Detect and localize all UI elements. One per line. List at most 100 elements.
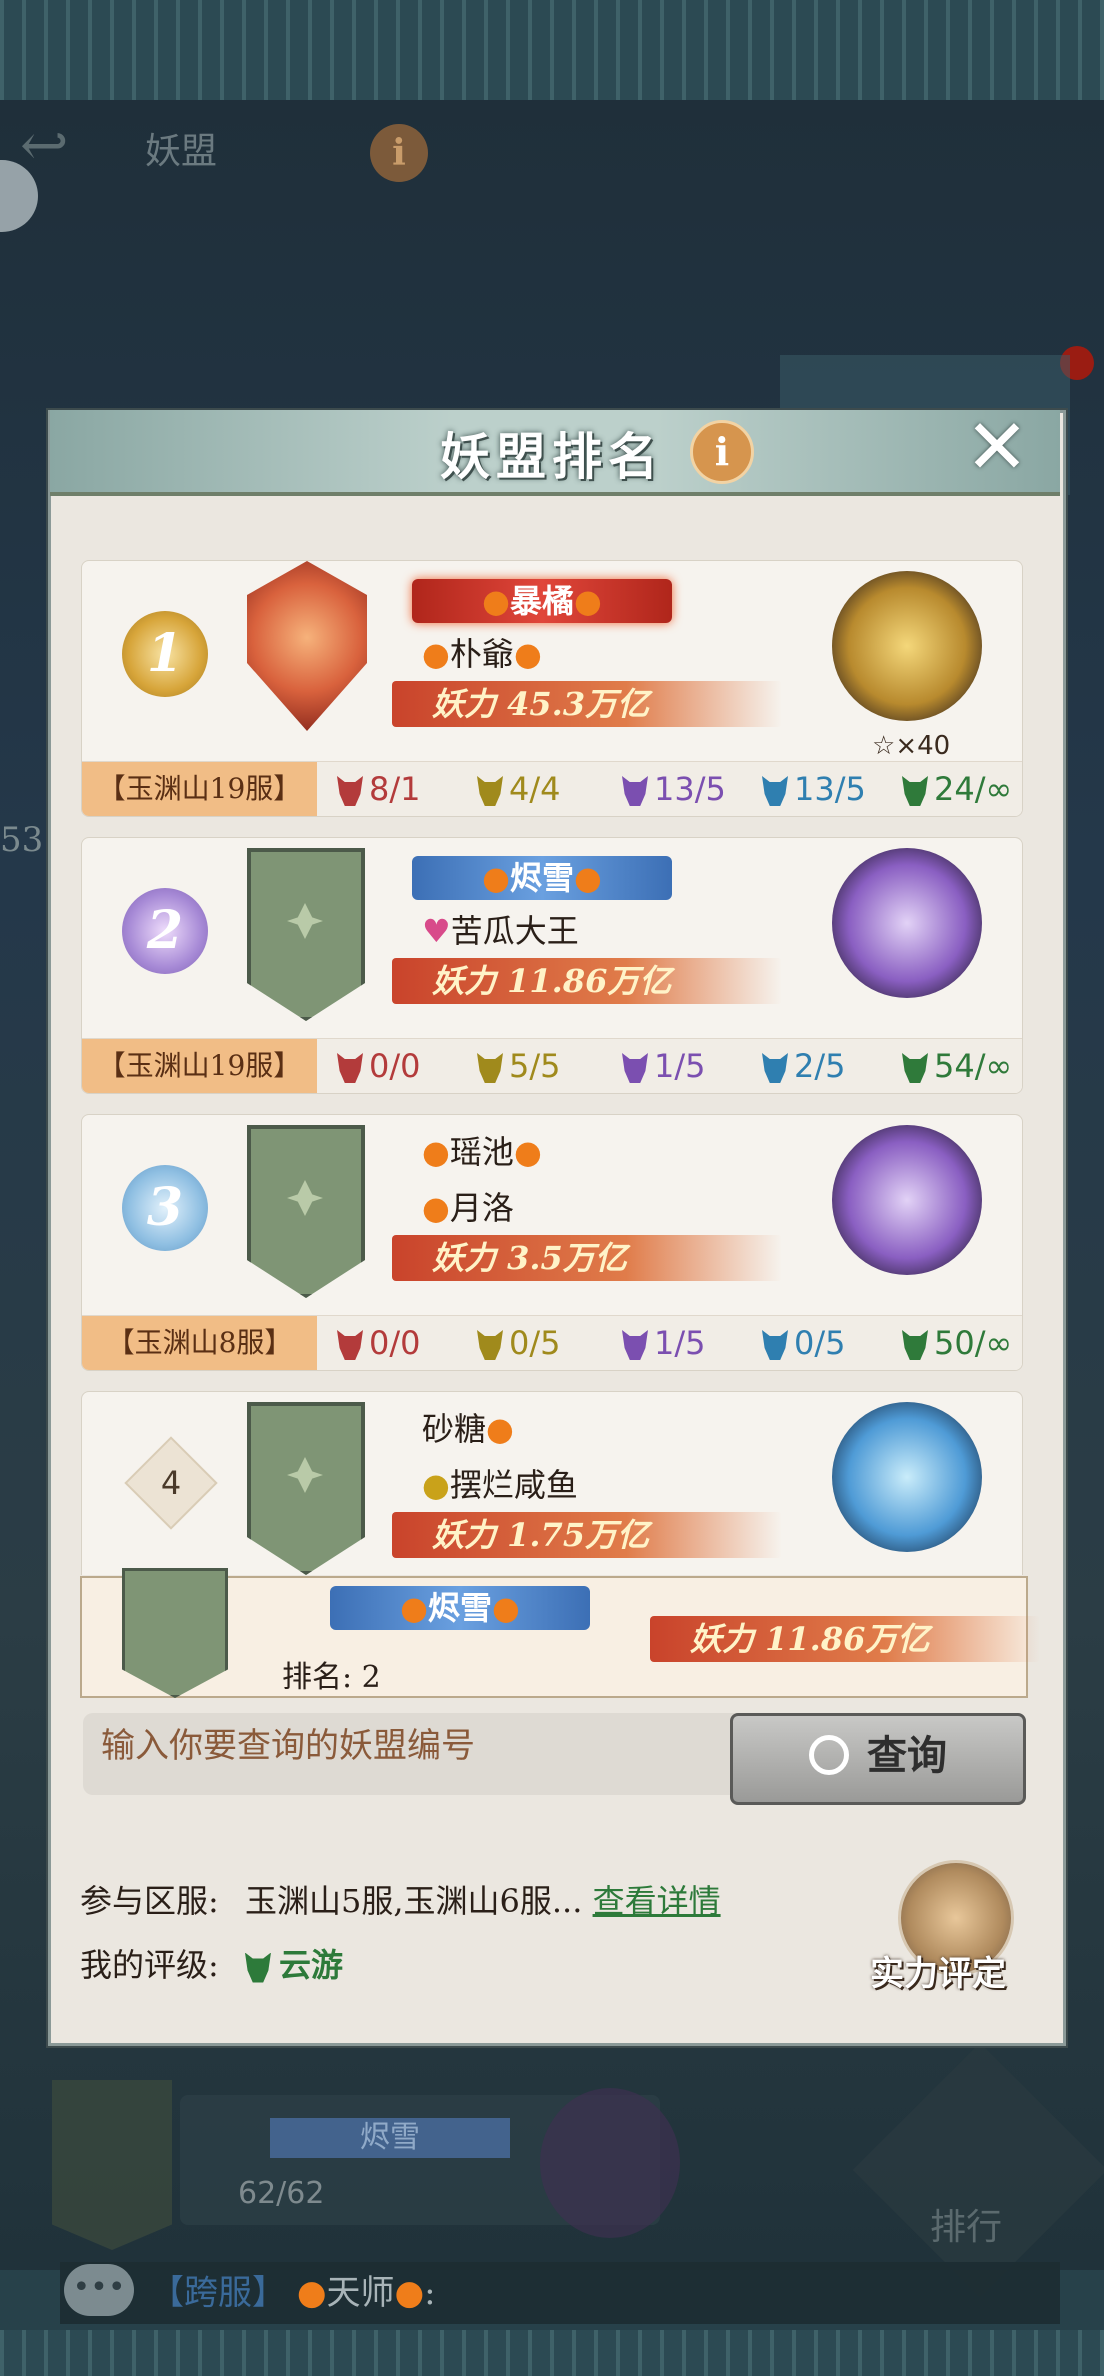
demon-yellow-icon (477, 776, 503, 806)
ranking-card-1[interactable]: 1 ●暴橘● ●朴爺● 妖力 45.3万亿 ☆×40 【玉渊山19服】 8/1 … (81, 560, 1023, 817)
stat-value: 0/5 (794, 1324, 846, 1362)
ranking-card-3[interactable]: 3 ●瑶池● ●月洛 妖力 3.5万亿 【玉渊山8服】 0/0 0/5 1/5 … (81, 1114, 1023, 1371)
modal-title: 妖盟排名 (440, 427, 664, 486)
strength-eval-label[interactable]: 实力评定 (870, 1946, 1006, 1995)
chat-preview: 【跨服】 ●天师●: (150, 2265, 436, 2314)
search-button[interactable]: 查询 (730, 1713, 1026, 1805)
demon-yellow-icon (477, 1053, 503, 1083)
my-alliance-power: 妖力 11.86万亿 (650, 1616, 1040, 1662)
rank-badge: 2 (122, 888, 208, 974)
power-value: 妖力 11.86万亿 (392, 958, 782, 1004)
servers-value: 玉渊山5服,玉渊山6服... (244, 1882, 583, 1920)
my-alliance-name: ●烬雪● (330, 1586, 590, 1630)
demon-purple-icon (622, 1330, 648, 1360)
star-count: ☆×40 (872, 731, 950, 761)
demon-purple-icon (622, 1053, 648, 1083)
member-count: 62/62 (238, 2176, 325, 2211)
my-alliance-rank: 排名: 2 (282, 1660, 381, 1695)
stat-row: 【玉渊山19服】 8/1 4/4 13/5 13/5 24/∞ (82, 761, 1022, 816)
member-line: ♥苦瓜大王 (422, 906, 579, 952)
demon-green-icon (902, 1330, 928, 1360)
chat-bubble-icon[interactable]: ••• (64, 2264, 134, 2316)
stat-row: 【玉渊山19服】 0/0 5/5 1/5 2/5 54/∞ (82, 1038, 1022, 1093)
star-icon: ☆ (872, 731, 896, 761)
member-name: 砂糖 (422, 1410, 487, 1448)
orange-icon: ● (513, 635, 542, 673)
orange-icon: ● (422, 1133, 450, 1171)
member-line: ●朴爺● (422, 629, 542, 675)
alliance-name-text: 烬雪 (509, 859, 574, 897)
stat-value: 0/0 (369, 1047, 421, 1085)
orange-icon: ● (422, 1189, 450, 1227)
my-alliance-name-text: 烬雪 (427, 1589, 492, 1627)
ranking-list[interactable]: 1 ●暴橘● ●朴爺● 妖力 45.3万亿 ☆×40 【玉渊山19服】 8/1 … (65, 525, 1035, 1575)
chat-channel-tag: 【跨服】 (150, 2273, 286, 2313)
stat-value: 0/5 (509, 1324, 561, 1362)
stat-red: 8/1 (337, 762, 421, 816)
star-count-text: ×40 (895, 731, 951, 761)
lion-emblem-icon (832, 1402, 982, 1552)
demon-blue-icon (762, 776, 788, 806)
orange-icon: ● (394, 2273, 425, 2313)
alliance-emblem-bg (540, 2088, 680, 2238)
stat-value: 24/∞ (934, 770, 1013, 808)
stat-value: 2/5 (794, 1047, 846, 1085)
top-decor-strip (0, 0, 1104, 100)
stat-red: 0/0 (337, 1316, 421, 1370)
chat-sender: 天师 (326, 2273, 395, 2313)
view-details-link[interactable]: 查看详情 (593, 1882, 721, 1920)
member-name: 月洛 (449, 1189, 514, 1227)
stat-yellow: 4/4 (477, 762, 561, 816)
info-icon[interactable]: i (690, 420, 754, 484)
demon-red-icon (337, 1330, 363, 1360)
dragon-emblem-icon (832, 571, 982, 721)
stat-value: 50/∞ (934, 1324, 1013, 1362)
ranking-card-4[interactable]: 4 砂糖● ●摆烂咸鱼 妖力 1.75万亿 (81, 1391, 1023, 1575)
servers-line: 参与区服: 玉渊山5服,玉渊山6服... 查看详情 (80, 1876, 721, 1922)
power-value: 妖力 45.3万亿 (392, 681, 782, 727)
member-line: ●摆烂咸鱼 (422, 1460, 578, 1506)
rank-badge: 3 (122, 1165, 208, 1251)
stat-row: 【玉渊山8服】 0/0 0/5 1/5 0/5 50/∞ (82, 1315, 1022, 1370)
phoenix-crest-icon (247, 561, 367, 731)
alliance-id-input[interactable]: 输入你要查询的妖盟编号 (83, 1713, 743, 1795)
stat-green: 54/∞ (902, 1039, 1012, 1093)
stat-value: 13/5 (794, 770, 866, 808)
demon-green-icon (244, 1952, 271, 1983)
orange-icon: ● (482, 582, 510, 620)
ranking-card-2[interactable]: 2 ●烬雪● ♥苦瓜大王 妖力 11.86万亿 【玉渊山19服】 0/0 5/5… (81, 837, 1023, 1094)
member-name: 朴爺 (449, 635, 514, 673)
demon-blue-icon (762, 1053, 788, 1083)
alliance-name-text: 暴橘 (509, 582, 574, 620)
stat-yellow: 5/5 (477, 1039, 561, 1093)
beast-emblem-icon (832, 1125, 982, 1275)
stat-value: 8/1 (369, 770, 421, 808)
beast-emblem-icon (832, 848, 982, 998)
close-icon[interactable]: ✕ (962, 409, 1032, 485)
server-label: 【玉渊山19服】 (82, 762, 317, 816)
power-value: 妖力 1.75万亿 (392, 1512, 782, 1558)
stat-yellow: 0/5 (477, 1316, 561, 1370)
member-line: ●月洛 (422, 1183, 514, 1229)
rank-number: 4 (160, 1464, 182, 1502)
demon-red-icon (337, 776, 363, 806)
orange-icon: ● (296, 2273, 327, 2313)
bottom-decor-strip (0, 2330, 1104, 2376)
stat-red: 0/0 (337, 1039, 421, 1093)
alliance-name: ●暴橘● (412, 579, 672, 623)
stat-value: 0/0 (369, 1324, 421, 1362)
alliance-flag-bg (52, 2080, 172, 2250)
stat-purple: 1/5 (622, 1039, 706, 1093)
stat-blue: 13/5 (762, 762, 866, 816)
stat-value: 1/5 (654, 1047, 706, 1085)
rank-button-label: 排行 (930, 2207, 1003, 2248)
chat-separator: : (424, 2273, 436, 2313)
stat-value: 54/∞ (934, 1047, 1013, 1085)
stat-value: 13/5 (654, 770, 726, 808)
demon-red-icon (337, 1053, 363, 1083)
screen-info-icon[interactable]: i (370, 124, 428, 182)
stat-purple: 13/5 (622, 762, 726, 816)
heart-icon: ♥ (422, 912, 451, 950)
side-number: 53 (0, 820, 44, 860)
back-arrow-icon[interactable]: ↩ (20, 115, 110, 175)
